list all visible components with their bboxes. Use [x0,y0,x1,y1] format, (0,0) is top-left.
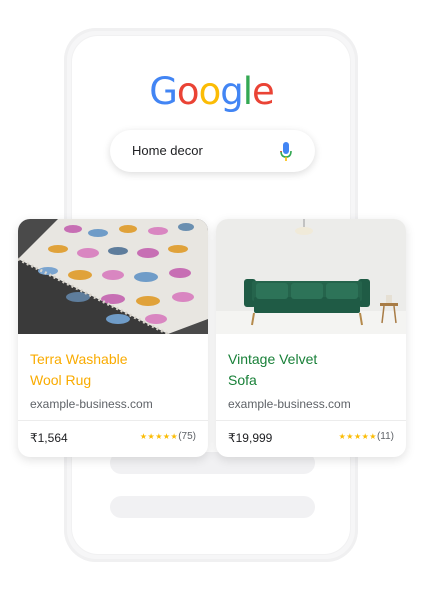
title-line: Terra Washable [30,351,128,367]
logo-letter: l [242,70,253,113]
sofa-image [216,219,406,334]
product-card-sofa[interactable]: Vintage Velvet Sofa example-business.com… [216,219,406,457]
review-count: (75) [178,431,196,442]
product-card-rug[interactable]: Terra Washable Wool Rug example-business… [18,219,208,457]
search-query[interactable]: Home decor [132,143,203,158]
title-line: Sofa [228,372,257,388]
product-title[interactable]: Terra Washable Wool Rug [30,349,190,391]
product-site: example-business.com [228,397,351,411]
mic-icon[interactable] [279,141,293,163]
logo-letter: G [149,70,178,113]
google-logo: Google [0,70,423,114]
divider [18,420,208,421]
star-rating-icon: ★★★★★ [139,432,179,441]
logo-letter: e [251,70,275,113]
product-title[interactable]: Vintage Velvet Sofa [228,349,388,391]
product-site: example-business.com [30,397,153,411]
product-rating: ★★★★★(11) [339,431,394,442]
divider [216,420,406,421]
product-price: ₹1,564 [30,431,68,445]
review-count: (11) [376,431,394,442]
logo-letter: o [198,70,222,113]
product-rating: ★★★★★(75) [140,431,196,442]
placeholder-bar [110,496,315,518]
product-price: ₹19,999 [228,431,273,445]
search-bar[interactable]: Home decor [110,130,315,172]
star-rating-icon: ★★★★★ [338,432,377,441]
logo-letter: g [220,70,243,113]
title-line: Vintage Velvet [228,351,318,367]
title-line: Wool Rug [30,372,92,388]
rug-image [18,219,208,334]
logo-letter: o [176,70,200,113]
